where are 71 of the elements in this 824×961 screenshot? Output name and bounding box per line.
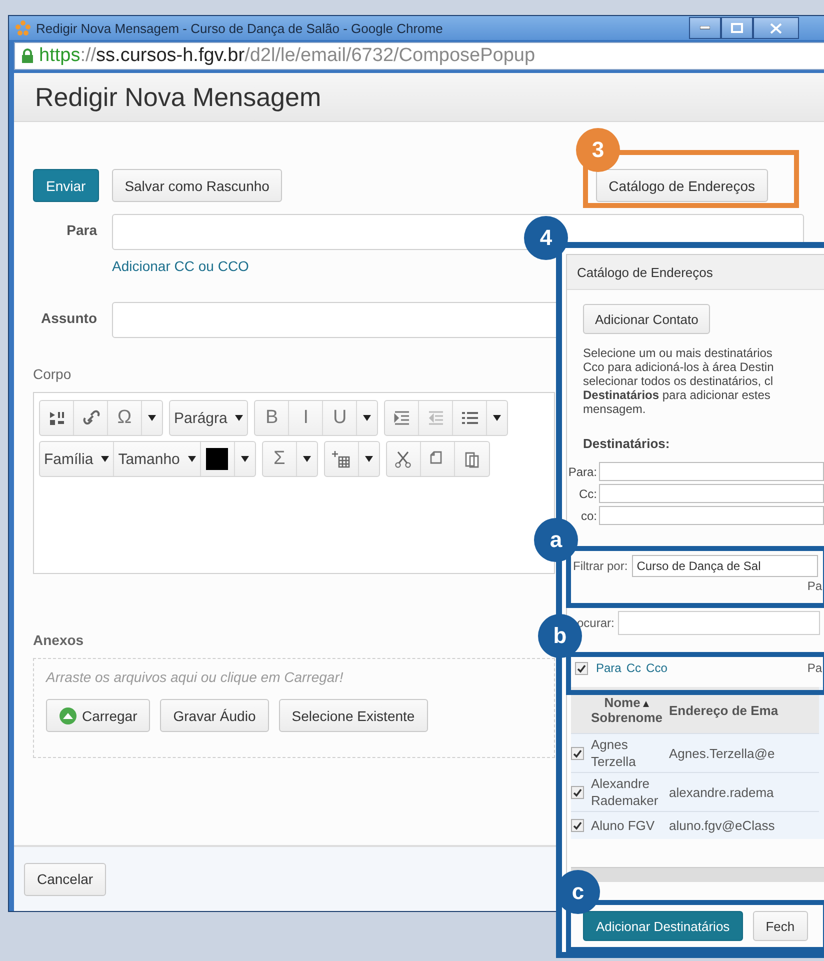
dropdown-arrow-icon[interactable]: [148, 415, 156, 421]
checkbox[interactable]: [571, 746, 584, 760]
toolbar-button[interactable]: U: [323, 401, 358, 435]
dropdown-arrow-icon[interactable]: [302, 456, 311, 462]
dialog-button[interactable]: Adicionar Destinatários: [583, 911, 743, 941]
field-label: Para:: [567, 464, 597, 478]
toolbar-dropdown[interactable]: Parágra: [170, 401, 248, 435]
table-icon[interactable]: [332, 450, 350, 468]
filter-label: Filtrar por:: [573, 559, 628, 573]
section-label: Anexos: [33, 632, 84, 648]
recipient-type-link[interactable]: Cc: [626, 661, 642, 675]
checkbox[interactable]: [575, 662, 588, 674]
indent-icon[interactable]: [392, 409, 411, 427]
table-cell: alexandre.radema: [669, 772, 819, 811]
drop-hint: Arraste os arquivos aqui ou clique em Carregar!: [46, 669, 344, 685]
drop-zone[interactable]: Arraste os arquivos aqui ou clique em Carregar! Carregar Gravar Áudio Selecione Existente: [33, 658, 555, 758]
dropdown-arrow-icon[interactable]: [364, 456, 373, 462]
section-label: Corpo: [33, 366, 72, 382]
upload-icon: [59, 706, 77, 724]
attachment-button[interactable]: Gravar Áudio: [160, 699, 269, 732]
toolbar-dropdown[interactable]: Família: [40, 442, 114, 476]
recipient-type-link[interactable]: Cco: [646, 661, 668, 675]
app-logo-icon: [15, 20, 31, 36]
add-contact-button[interactable]: Adicionar Contato: [583, 304, 710, 334]
recipient-field[interactable]: [599, 462, 824, 481]
add-cc-link[interactable]: Adicionar CC ou CCO: [112, 258, 249, 274]
dropdown-arrow-icon[interactable]: [240, 456, 249, 462]
filter-select[interactable]: Curso de Dança de Sal: [632, 555, 818, 577]
checkbox[interactable]: [571, 819, 584, 832]
field-label: co:: [580, 508, 597, 522]
field-label: Assunto: [40, 309, 97, 326]
recipient-field[interactable]: [599, 506, 824, 525]
attachment-button[interactable]: Selecione Existente: [278, 699, 428, 732]
paste-icon[interactable]: [462, 450, 481, 468]
table-cell: Alexandre Rademaker: [591, 772, 669, 811]
minimize-icon[interactable]: [700, 26, 710, 30]
recipient-field[interactable]: [599, 484, 824, 503]
color-swatch[interactable]: [206, 448, 228, 470]
search-field[interactable]: [618, 611, 820, 635]
table-cell: aluno.fgv@eClass: [669, 811, 819, 839]
column-text: Pa: [807, 661, 822, 675]
column-text: Pa: [807, 579, 822, 593]
toolbar-dropdown[interactable]: Tamanho: [114, 442, 201, 476]
save-draft-button[interactable]: Salvar como Rascunho: [112, 169, 282, 202]
toolbar-button[interactable]: B: [255, 401, 290, 435]
table-cell: Agnes.Terzella@e: [669, 733, 819, 772]
checkbox[interactable]: [571, 786, 584, 798]
field-label: Cc:: [578, 486, 597, 500]
table-cell: Agnes Terzella: [591, 733, 669, 772]
recipients-heading: Destinatários:: [583, 436, 671, 451]
media-icon[interactable]: [48, 409, 66, 427]
scissors-icon[interactable]: [394, 450, 412, 468]
cancel-button[interactable]: Cancelar: [24, 862, 106, 896]
window-title: Redigir Nova Mensagem - Curso de Dança de Salão - Google Chrome: [36, 20, 443, 36]
link-icon[interactable]: [82, 409, 100, 427]
table-cell: Aluno FGV: [591, 811, 669, 839]
dialog-button[interactable]: Fech: [752, 911, 808, 941]
scrollbar[interactable]: [571, 867, 824, 882]
address-book-button[interactable]: Catálogo de Endereços: [596, 169, 768, 202]
attachment-button[interactable]: Carregar: [46, 699, 150, 732]
send-button[interactable]: Enviar: [33, 169, 99, 202]
list-icon[interactable]: [460, 409, 479, 427]
instructions-text: Selecione um ou mais destinatários Cco para adicioná-los à área Destin selecionar todos os destinatários, cl Destinatários para adicionar estes mensagem.: [583, 346, 775, 416]
lock-icon: [21, 48, 34, 64]
field-label: Para: [66, 221, 97, 238]
dropdown-arrow-icon[interactable]: [493, 415, 502, 421]
page-title: Redigir Nova Mensagem: [35, 82, 322, 112]
recipient-type-link[interactable]: Para: [596, 661, 622, 675]
toolbar-button[interactable]: I: [289, 401, 324, 435]
dropdown-arrow-icon[interactable]: [363, 415, 372, 421]
dialog-title: Catálogo de Endereços: [577, 264, 713, 280]
